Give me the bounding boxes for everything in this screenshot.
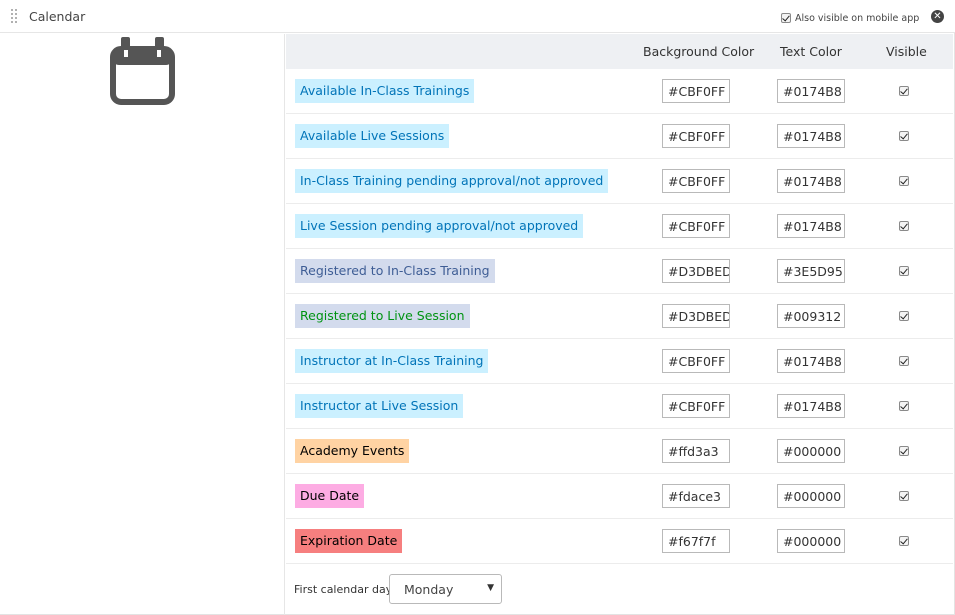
event-type-label: Instructor at In-Class Training [295, 349, 489, 373]
table-row: Registered to Live Session [286, 294, 953, 339]
mobile-visibility-checkbox[interactable] [781, 13, 791, 23]
background-color-input[interactable] [662, 349, 730, 373]
background-color-input[interactable] [662, 169, 730, 193]
event-type-label: Registered to In-Class Training [295, 259, 495, 283]
mobile-visibility-label: Also visible on mobile app [795, 12, 920, 24]
background-color-input[interactable] [662, 394, 730, 418]
drag-handle-icon[interactable] [11, 9, 19, 25]
visible-checkbox[interactable] [899, 176, 909, 186]
background-color-input[interactable] [662, 259, 730, 283]
background-color-input[interactable] [662, 214, 730, 238]
table-row: Instructor at In-Class Training [286, 339, 953, 384]
text-color-input[interactable] [777, 169, 845, 193]
event-type-label: Available In-Class Trainings [295, 79, 475, 103]
table-header: Background Color Text Color Visible [286, 34, 953, 69]
column-header-text-color: Text Color [780, 44, 842, 59]
background-color-input[interactable] [662, 439, 730, 463]
table-row: In-Class Training pending approval/not a… [286, 159, 953, 204]
widget-preview-panel [0, 34, 285, 615]
event-type-label: Instructor at Live Session [295, 394, 464, 418]
text-color-input[interactable] [777, 79, 845, 103]
visible-checkbox[interactable] [899, 491, 909, 501]
calendar-widget: Calendar Also visible on mobile app ✕ Ba… [0, 0, 955, 615]
background-color-input[interactable] [662, 304, 730, 328]
first-day-select[interactable]: Monday ▼ [389, 574, 502, 604]
widget-title: Calendar [29, 9, 86, 24]
visible-checkbox[interactable] [899, 401, 909, 411]
visible-checkbox[interactable] [899, 536, 909, 546]
visible-checkbox[interactable] [899, 311, 909, 321]
text-color-input[interactable] [777, 124, 845, 148]
text-color-input[interactable] [777, 394, 845, 418]
table-row: Academy Events [286, 429, 953, 474]
visible-checkbox[interactable] [899, 446, 909, 456]
visible-checkbox[interactable] [899, 266, 909, 276]
first-day-value: Monday [404, 582, 454, 597]
text-color-input[interactable] [777, 259, 845, 283]
event-type-label: Registered to Live Session [295, 304, 470, 328]
column-header-background-color: Background Color [643, 44, 755, 59]
table-footer: First calendar day: Monday ▼ [286, 564, 953, 615]
table-row: Available In-Class Trainings [286, 69, 953, 114]
event-type-label: Live Session pending approval/not approv… [295, 214, 584, 238]
widget-header: Calendar Also visible on mobile app ✕ [0, 0, 955, 33]
table-row: Instructor at Live Session [286, 384, 953, 429]
calendar-icon [110, 37, 175, 105]
table-row: Due Date [286, 474, 953, 519]
text-color-input[interactable] [777, 214, 845, 238]
event-type-label: Available Live Sessions [295, 124, 450, 148]
chevron-down-icon: ▼ [487, 583, 494, 593]
visible-checkbox[interactable] [899, 131, 909, 141]
visible-checkbox[interactable] [899, 221, 909, 231]
visible-checkbox[interactable] [899, 356, 909, 366]
table-row: Expiration Date [286, 519, 953, 564]
background-color-input[interactable] [662, 529, 730, 553]
event-type-label: Due Date [295, 484, 365, 508]
text-color-input[interactable] [777, 484, 845, 508]
close-icon[interactable]: ✕ [931, 10, 944, 23]
event-type-table: Available In-Class Trainings Available Li… [286, 69, 953, 564]
text-color-input[interactable] [777, 439, 845, 463]
background-color-input[interactable] [662, 79, 730, 103]
text-color-input[interactable] [777, 349, 845, 373]
text-color-input[interactable] [777, 529, 845, 553]
mobile-visibility-toggle[interactable]: Also visible on mobile app [781, 11, 919, 25]
visible-checkbox[interactable] [899, 86, 909, 96]
event-type-label: In-Class Training pending approval/not a… [295, 169, 609, 193]
first-day-label: First calendar day: [294, 583, 396, 596]
event-type-label: Academy Events [295, 439, 410, 463]
background-color-input[interactable] [662, 124, 730, 148]
table-row: Live Session pending approval/not approv… [286, 204, 953, 249]
text-color-input[interactable] [777, 304, 845, 328]
table-row: Registered to In-Class Training [286, 249, 953, 294]
table-row: Available Live Sessions [286, 114, 953, 159]
column-header-visible: Visible [886, 44, 927, 59]
event-type-label: Expiration Date [295, 529, 403, 553]
background-color-input[interactable] [662, 484, 730, 508]
